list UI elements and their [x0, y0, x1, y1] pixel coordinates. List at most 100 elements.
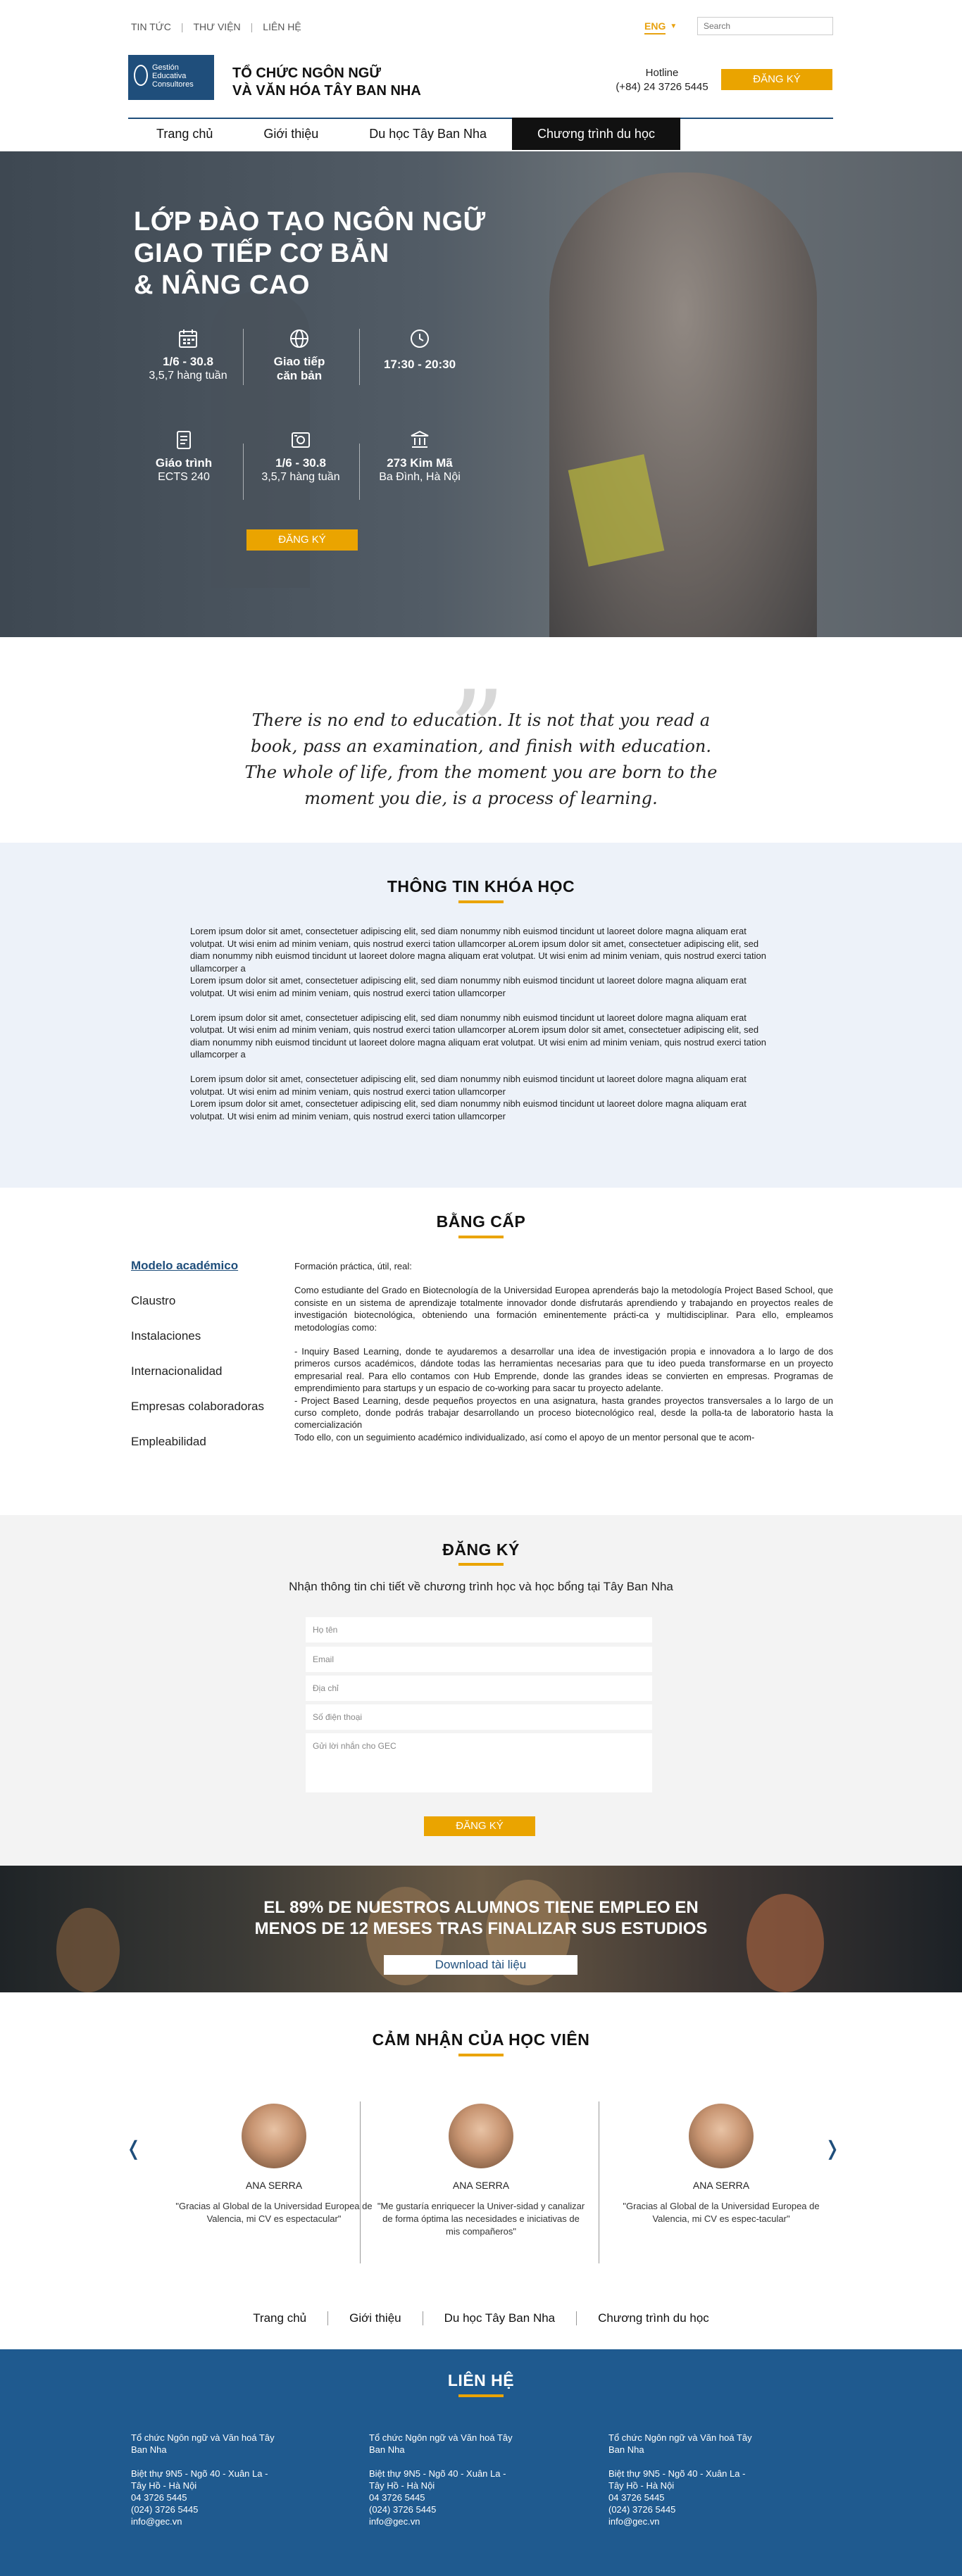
phone-field[interactable]: Số điện thoại: [306, 1704, 652, 1730]
review-card: ANA SERRA "Gracias al Global de la Unive…: [168, 2104, 380, 2225]
hero-title: LỚP ĐÀO TẠO NGÔN NGỮ GIAO TIẾP CƠ BẢN & …: [134, 206, 486, 301]
footer-nav-about[interactable]: Giới thiệu: [328, 2311, 423, 2325]
review-name: ANA SERRA: [452, 2180, 510, 2191]
address-field[interactable]: Địa chỉ: [306, 1676, 652, 1701]
nav-item-home[interactable]: Trang chủ: [131, 118, 238, 150]
feature-schedule-2: 1/6 - 30.8 3,5,7 hàng tuần: [248, 429, 354, 484]
document-icon: [177, 431, 191, 449]
language-select[interactable]: ENG ▼: [644, 20, 677, 32]
feature-title: Giáo trình: [155, 456, 213, 470]
top-link-library[interactable]: THƯ VIỆN: [193, 21, 240, 32]
contact-org: Tổ chức Ngôn ngữ và Văn hoá Tây Ban Nha: [131, 2432, 300, 2456]
divider: [359, 444, 360, 500]
footer-nav-study-spain[interactable]: Du học Tây Ban Nha: [423, 2311, 577, 2325]
download-button[interactable]: Download tài liệu: [384, 1955, 577, 1975]
degree-text: Formación práctica, útil, real: Como est…: [294, 1260, 833, 1455]
clock-icon: [411, 329, 429, 348]
page: TIN TỨC | THƯ VIỆN | LIÊN HỆ ENG ▼ Gesti…: [0, 0, 962, 2576]
logo[interactable]: Gestión Educativa Consultores: [128, 55, 214, 100]
hotline-number[interactable]: (+84) 24 3726 5445: [613, 80, 711, 94]
main-nav: Trang chủ Giới thiệu Du học Tây Ban Nha …: [131, 118, 680, 151]
contact-email[interactable]: info@gec.vn: [131, 2515, 300, 2527]
nav-item-about[interactable]: Giới thiệu: [238, 118, 344, 150]
degree-title: BẰNG CẤP: [436, 1212, 526, 1231]
title-underline: [458, 2394, 504, 2397]
logo-text-2: Educativa: [152, 72, 187, 80]
nav-item-programs[interactable]: Chương trình du học: [512, 118, 680, 150]
footer-nav-home[interactable]: Trang chủ: [232, 2311, 329, 2325]
title-underline: [458, 900, 504, 903]
feature-title: 17:30 - 20:30: [383, 358, 456, 371]
degree-tab-academic-model[interactable]: Modelo académico: [131, 1259, 264, 1294]
footer-nav-programs[interactable]: Chương trình du học: [577, 2311, 730, 2325]
nav-item-study-spain[interactable]: Du học Tây Ban Nha: [344, 118, 512, 150]
contact-column: Tổ chức Ngôn ngữ và Văn hoá Tây Ban Nha B…: [131, 2432, 300, 2527]
degree-tab-international[interactable]: Internacionalidad: [131, 1364, 264, 1400]
paragraph: Lorem ipsum dolor sit amet, consectetuer…: [190, 975, 747, 998]
divider: |: [250, 21, 254, 32]
message-field[interactable]: Gửi lời nhắn cho GEC: [306, 1733, 652, 1792]
top-link-news[interactable]: TIN TỨC: [131, 21, 171, 32]
reviews-title: CẢM NHẬN CỦA HỌC VIÊN: [372, 2030, 590, 2049]
contact-email[interactable]: info@gec.vn: [369, 2515, 538, 2527]
degree-tab-partners[interactable]: Empresas colaboradoras: [131, 1400, 264, 1435]
degree-menu: Modelo académico Claustro Instalaciones …: [131, 1259, 264, 1470]
feature-sub: 3,5,7 hàng tuần: [261, 471, 340, 483]
brand-line-2: VÀ VĂN HÓA TÂY BAN NHA: [232, 83, 421, 99]
brand-line-1: TỔ CHỨC NGÔN NGỮ: [232, 65, 381, 81]
quote-line-1: There is no end to education. It is not …: [251, 710, 711, 730]
contact-phone: 04 3726 5445: [608, 2492, 665, 2503]
contact-phone: (024) 3726 5445: [369, 2504, 437, 2515]
contact-phone: 04 3726 5445: [369, 2492, 425, 2503]
banner-line-1: EL 89% DE NUESTROS ALUMNOS TIENE EMPLEO …: [263, 1898, 699, 1917]
contact-org: Tổ chức Ngôn ngữ và Văn hoá Tây Ban Nha: [608, 2432, 777, 2456]
degree-tab-employability[interactable]: Empleabilidad: [131, 1435, 264, 1470]
degree-tab-faculty[interactable]: Claustro: [131, 1294, 264, 1329]
title-underline: [458, 1563, 504, 1566]
contact-org-line: Ban Nha: [608, 2444, 644, 2455]
feature-title: Giao tiếp: [273, 355, 325, 368]
paragraph: Lorem ipsum dolor sit amet, consectetuer…: [190, 1098, 747, 1121]
logo-mark-icon: [134, 65, 148, 86]
review-text: "Me gustaría enriquecer la Univer-sidad …: [377, 2201, 585, 2237]
review-name: ANA SERRA: [692, 2180, 750, 2191]
calendar-icon: [179, 329, 197, 348]
search-input[interactable]: [697, 17, 833, 35]
language-underline: [644, 33, 666, 34]
employment-banner-title: EL 89% DE NUESTROS ALUMNOS TIENE EMPLEO …: [0, 1897, 962, 1940]
top-link-contact[interactable]: LIÊN HỆ: [263, 21, 301, 32]
review-card: ANA SERRA "Me gustaría enriquecer la Uni…: [375, 2104, 587, 2238]
globe-icon: [290, 329, 308, 348]
degree-tab-facilities[interactable]: Instalaciones: [131, 1329, 264, 1364]
header-signup-button[interactable]: ĐĂNG KÝ: [721, 69, 832, 90]
contact-address: Biệt thự 9N5 - Ngõ 40 - Xuân La -: [369, 2468, 506, 2479]
contact-org-line: Ban Nha: [369, 2444, 405, 2455]
chevron-down-icon: ▼: [670, 22, 677, 30]
paragraph: Lorem ipsum dolor sit amet, consectetuer…: [190, 926, 766, 974]
divider: [359, 329, 360, 385]
contact-org-line: Tổ chức Ngôn ngữ và Văn hoá Tây: [369, 2432, 513, 2443]
contact-address: Tây Hồ - Hà Nội: [608, 2480, 675, 2491]
register-submit-button[interactable]: ĐĂNG KÝ: [424, 1816, 535, 1836]
top-links: TIN TỨC | THƯ VIỆN | LIÊN HỆ: [131, 21, 301, 32]
feature-sub: căn bản: [276, 369, 323, 382]
course-info-title: THÔNG TIN KHÓA HỌC: [387, 877, 575, 896]
contact-org-line: Tổ chức Ngôn ngữ và Văn hoá Tây: [131, 2432, 275, 2443]
name-field[interactable]: Họ tên: [306, 1617, 652, 1642]
contact-org: Tổ chức Ngôn ngữ và Văn hoá Tây Ban Nha: [369, 2432, 538, 2456]
avatar: [242, 2104, 306, 2168]
hero-signup-button[interactable]: ĐĂNG KÝ: [246, 529, 358, 551]
feature-sub: Ba Đình, Hà Nội: [379, 471, 461, 483]
title-underline: [458, 2054, 504, 2056]
email-field[interactable]: Email: [306, 1647, 652, 1672]
divider: [243, 329, 244, 385]
contact-email[interactable]: info@gec.vn: [608, 2515, 777, 2527]
course-info-text: Lorem ipsum dolor sit amet, consectetuer…: [190, 925, 772, 1134]
paragraph: Lorem ipsum dolor sit amet, consectetuer…: [190, 1073, 747, 1097]
reviews-prev-button[interactable]: ❬: [125, 2137, 142, 2160]
review-text: "Gracias al Global de la Universidad Eur…: [623, 2201, 820, 2224]
contact-address: Biệt thự 9N5 - Ngõ 40 - Xuân La -: [608, 2468, 746, 2479]
logo-text-3: Consultores: [152, 80, 194, 89]
feature-sub: 3,5,7 hàng tuần: [149, 370, 227, 382]
hero-title-line-2: GIAO TIẾP CƠ BẢN: [134, 239, 389, 268]
